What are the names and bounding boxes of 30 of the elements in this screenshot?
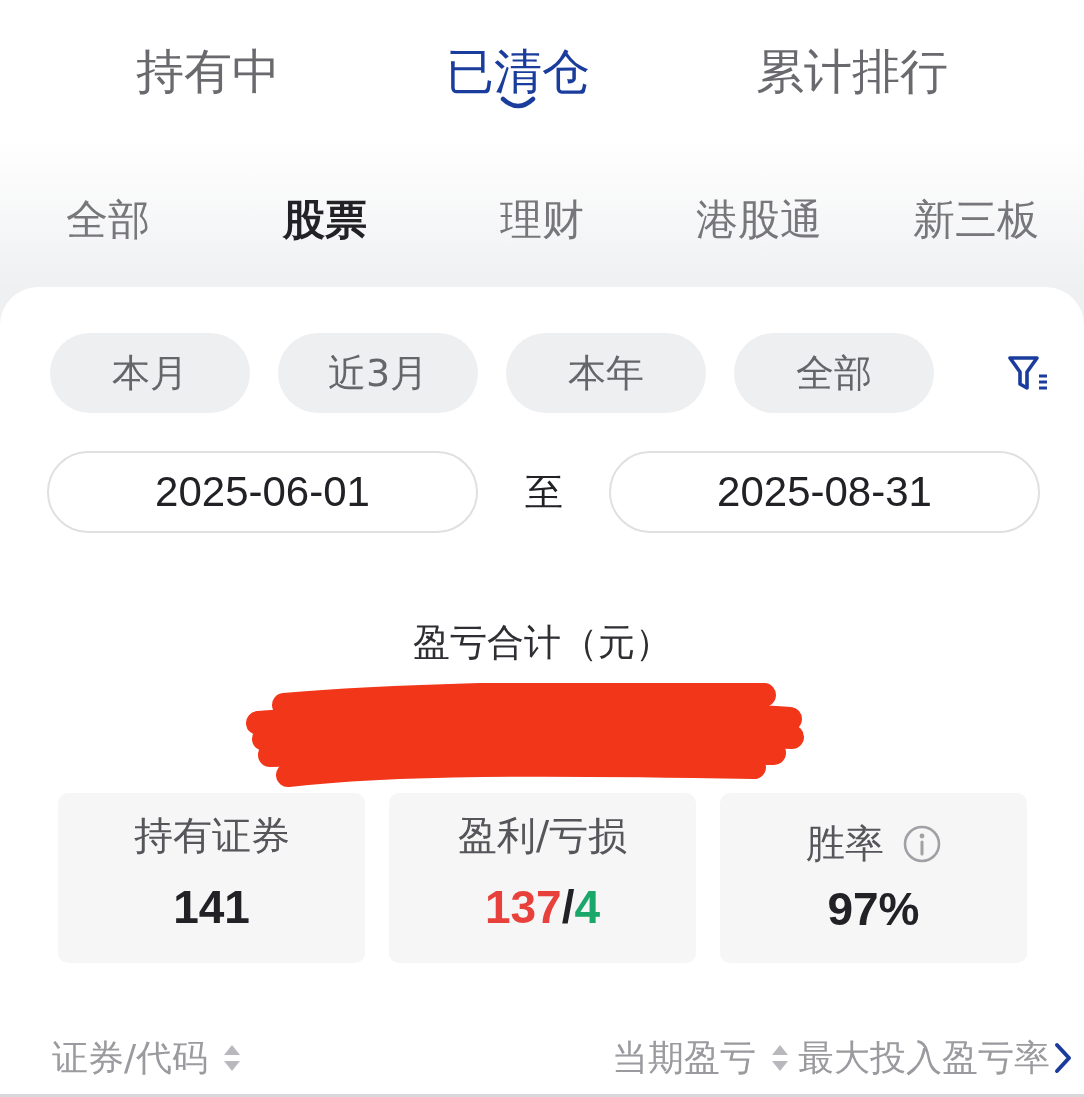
count-separator: / <box>561 881 575 933</box>
category-tab[interactable]: 港股通 <box>695 195 822 245</box>
date-separator: 至 <box>523 468 564 516</box>
loss-count: 4 <box>574 881 601 933</box>
stat-value: 97% <box>827 882 920 936</box>
category-tab[interactable]: 理财 <box>500 195 584 245</box>
tab-indicator-icon <box>500 96 536 110</box>
filter-icon[interactable] <box>1007 353 1049 393</box>
end-date-field[interactable]: 2025-08-31 <box>609 451 1040 533</box>
period-filter-chip[interactable]: 本月 <box>50 333 250 413</box>
category-tab[interactable]: 全部 <box>66 195 151 245</box>
category-tab[interactable]: 新三板 <box>912 195 1039 245</box>
stat-label: 持有证券 <box>133 814 290 858</box>
stat-label: 盈利/亏损 <box>457 814 628 858</box>
total-profit-label: 盈亏合计（元） <box>412 621 672 665</box>
period-filter-chip[interactable]: 近3月 <box>278 333 478 413</box>
period-filter-chip[interactable]: 本年 <box>506 333 706 413</box>
column-header[interactable]: 证券/代码 <box>52 1037 243 1079</box>
stat-value: 141 <box>173 880 250 934</box>
category-tab[interactable]: 股票 <box>283 195 368 245</box>
top-tab[interactable]: 累计排行 <box>756 43 948 100</box>
top-tab[interactable]: 已清仓 <box>446 43 590 110</box>
profit-count: 137 <box>484 881 562 933</box>
column-header[interactable]: 当期盈亏 <box>612 1037 790 1079</box>
column-header[interactable]: 最大投入盈亏率 <box>798 1037 1050 1079</box>
top-tab[interactable]: 持有中 <box>136 43 280 100</box>
period-filter-chip[interactable]: 全部 <box>734 333 934 413</box>
chevron-right-icon[interactable] <box>1052 1041 1074 1075</box>
stat-label: 胜率 <box>805 822 884 866</box>
start-date-field[interactable]: 2025-06-01 <box>47 451 478 533</box>
